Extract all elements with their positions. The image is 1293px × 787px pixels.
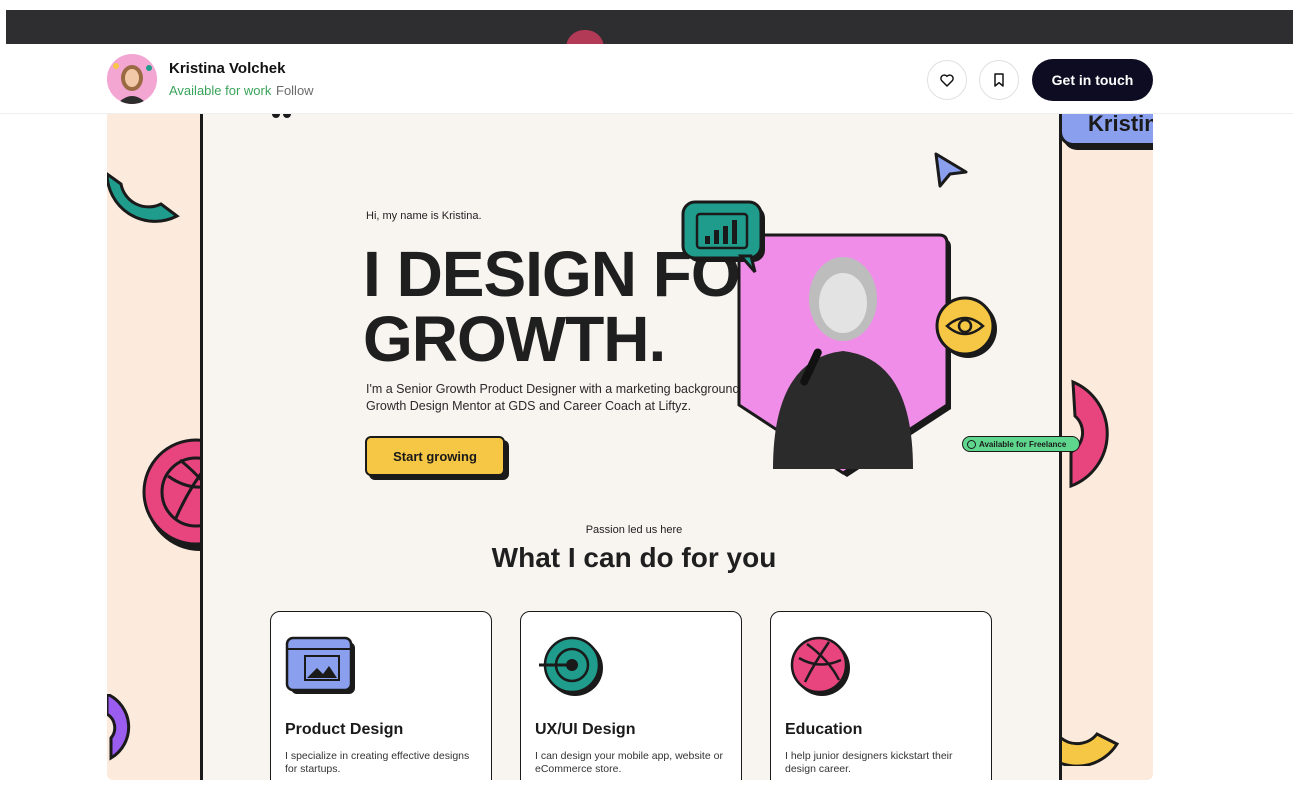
image-window-icon	[285, 636, 355, 694]
shot-canvas: Kristina Hi, my name is Kristina. I DESI…	[107, 114, 1153, 780]
freelance-badge: Available for Freelance	[962, 436, 1080, 452]
name-tag: Kristina	[1059, 114, 1153, 146]
service-card-ux-ui-design[interactable]: UX/UI Design I can design your mobile ap…	[520, 611, 742, 780]
author-name[interactable]: Kristina Volchek	[169, 60, 285, 77]
teal-arc-shape	[107, 172, 180, 223]
get-in-touch-button[interactable]: Get in touch	[1032, 59, 1153, 101]
bookmark-icon	[994, 73, 1004, 87]
card-desc: I help junior designers kickstart their …	[785, 750, 953, 775]
greeting: Hi, my name is Kristina.	[366, 210, 482, 222]
dribbble-ball-icon	[790, 636, 850, 696]
avatar-illustration	[107, 54, 157, 104]
purple-arc-shape	[107, 694, 131, 761]
hero-panel: Kristina Hi, my name is Kristina. I DESI…	[200, 114, 1153, 780]
check-circle-icon	[967, 439, 976, 449]
heart-icon	[940, 74, 954, 87]
eye-badge-icon	[935, 296, 997, 358]
card-title: Product Design	[285, 721, 404, 738]
card-title: Education	[785, 721, 863, 738]
avatar[interactable]	[107, 54, 157, 104]
intro-text: I'm a Senior Growth Product Designer wit…	[366, 382, 743, 413]
services-title: What I can do for you	[491, 542, 777, 573]
headline-line-2: GROWTH.	[363, 303, 666, 376]
service-card-education[interactable]: Education I help junior designers kickst…	[770, 611, 992, 780]
save-button[interactable]	[979, 60, 1019, 100]
freelance-badge-label: Available for Freelance	[979, 439, 1067, 449]
services-eyebrow: Passion led us here	[585, 524, 683, 536]
cursor-arrow-icon	[934, 152, 968, 188]
shot-header: Kristina Volchek Available for work Foll…	[0, 44, 1293, 114]
card-desc: I can design your mobile app, website or…	[535, 750, 723, 775]
like-button[interactable]	[927, 60, 967, 100]
chart-bubble-icon	[681, 200, 765, 273]
service-card-product-design[interactable]: Product Design I specialize in creating …	[270, 611, 492, 780]
card-title: UX/UI Design	[535, 721, 636, 738]
card-desc: I specialize in creating effective desig…	[285, 750, 470, 775]
target-icon	[539, 636, 603, 696]
browser-top-band	[0, 0, 1293, 48]
dark-band	[6, 10, 1293, 44]
availability-status: Available for work	[169, 83, 272, 98]
start-growing-button[interactable]: Start growing	[365, 436, 505, 476]
follow-link[interactable]: Follow	[276, 83, 314, 98]
quote-mark-icon	[272, 114, 291, 118]
